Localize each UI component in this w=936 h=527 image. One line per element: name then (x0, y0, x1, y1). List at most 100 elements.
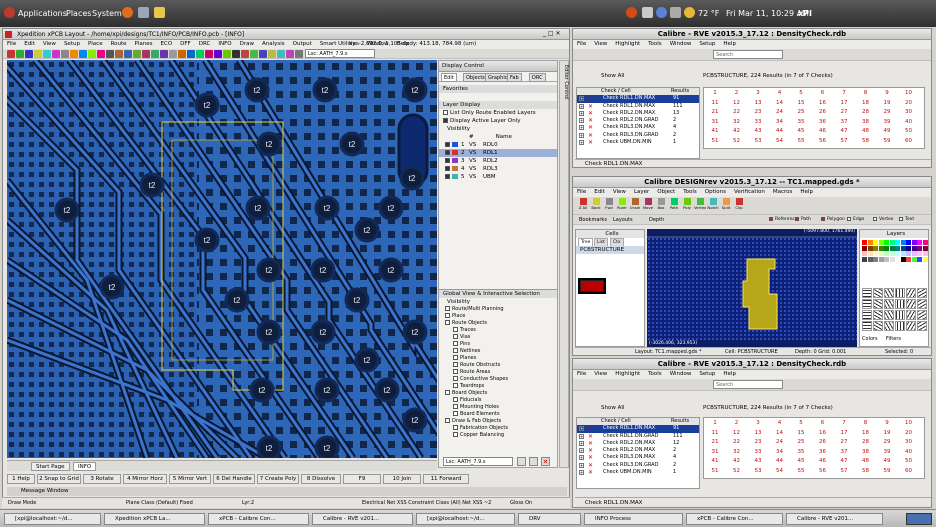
result-cell[interactable]: 47 (835, 458, 853, 464)
designrev-tool[interactable]: Fwd (603, 198, 615, 214)
check-row[interactable]: + ✕ Check RDL2.DN.MAX 13 (577, 110, 699, 117)
fill-pattern[interactable] (884, 288, 894, 298)
menu-item[interactable]: Edit (24, 41, 35, 47)
volume-icon[interactable] (642, 7, 653, 18)
palette-color[interactable] (900, 256, 906, 262)
tree-item[interactable]: Teardrops (439, 383, 557, 390)
rve-bottom-show-all[interactable]: Show All (601, 405, 624, 411)
result-cell[interactable]: 11 (706, 430, 724, 436)
result-cell[interactable]: 17 (835, 100, 853, 106)
result-cell[interactable]: 40 (900, 449, 918, 455)
fill-pattern[interactable] (862, 299, 872, 309)
menu-item[interactable]: DRC (199, 41, 211, 47)
result-cell[interactable]: 21 (706, 439, 724, 445)
palette-color[interactable] (922, 245, 928, 251)
designrev-tool[interactable]: Vertex (694, 198, 706, 214)
toolbar-tool-icon[interactable] (124, 50, 132, 58)
result-cell[interactable]: 5 (792, 90, 810, 96)
toolbar-tool-icon[interactable] (169, 50, 177, 58)
fill-pattern[interactable] (906, 310, 916, 320)
menu-item[interactable]: Draw (240, 41, 254, 47)
result-cell[interactable]: 18 (857, 100, 875, 106)
cell-pcbstructure[interactable]: PCBSTRUCTURE (576, 246, 644, 254)
toolbar-tool-icon[interactable] (223, 50, 231, 58)
fill-pattern[interactable] (862, 310, 872, 320)
user-name[interactable]: xPI (798, 9, 812, 18)
check-row[interactable]: + ✕ Check RDL3.DN.GRAD 2 (577, 132, 699, 139)
result-cell[interactable]: 38 (857, 119, 875, 125)
menu-item[interactable]: Route (111, 41, 127, 47)
tree-item[interactable]: Fabrication Objects (439, 425, 557, 432)
result-cell[interactable]: 45 (792, 458, 810, 464)
result-cell[interactable]: 10 (900, 420, 918, 426)
expand-icon[interactable]: + (579, 426, 584, 432)
menu-item[interactable]: Setup (699, 371, 715, 377)
taskbar-item[interactable]: Calibre - RVE v201... (786, 513, 883, 525)
tab-start-page[interactable]: Start Page (31, 462, 70, 471)
toolbar-tool-icon[interactable] (286, 50, 294, 58)
toolbar-tool-icon[interactable] (250, 50, 258, 58)
result-cell[interactable]: 41 (706, 128, 724, 134)
expand-icon[interactable]: + (579, 96, 584, 102)
result-cell[interactable]: 50 (900, 128, 918, 134)
tree-item[interactable]: Copper Balancing (439, 432, 557, 439)
result-cell[interactable]: 27 (835, 109, 853, 115)
tree-check[interactable] (453, 369, 458, 374)
fill-pattern[interactable] (873, 299, 883, 309)
result-cell[interactable]: 55 (792, 138, 810, 144)
check-row[interactable]: + ✕ Check RDL1.DN.MAX 91 (577, 425, 699, 433)
global-view-header[interactable]: Global View & Interactive Selection (439, 290, 557, 298)
expand-icon[interactable]: + (579, 448, 584, 454)
result-cell[interactable]: 55 (792, 468, 810, 474)
fill-pattern[interactable] (873, 288, 883, 298)
dc-tab-edit[interactable]: Edit (441, 73, 457, 82)
palette-color[interactable] (906, 251, 911, 256)
palette-color[interactable] (900, 251, 906, 256)
palette-color[interactable] (867, 251, 873, 256)
result-cell[interactable]: 35 (792, 449, 810, 455)
palette-color[interactable] (873, 251, 878, 256)
taskbar-item[interactable]: [xpi@localhost:~/d... (4, 513, 101, 525)
function-key-9[interactable]: F9 (343, 474, 381, 484)
workspace-switcher[interactable] (906, 513, 932, 525)
places-menu[interactable]: Places (66, 9, 91, 18)
toolbar-tool-icon[interactable] (232, 50, 240, 58)
bluetooth-icon[interactable] (656, 7, 667, 18)
select-option[interactable]: Vertex (873, 215, 893, 224)
select-option[interactable]: Edge (847, 215, 864, 224)
layouts-button[interactable]: Layouts (613, 215, 633, 224)
display-scheme-select[interactable]: Lsc: AATH_7.9.s (443, 457, 513, 466)
layer-row[interactable]: 5 VS UBM (439, 173, 557, 181)
network-icon[interactable] (670, 7, 681, 18)
pcb-canvas-svg[interactable]: t2 t2 t2 t2 t2 t2 t2 t2 t2 t2 t2 t2 t2 t2 t2 t2 t2 t2 t2 t2… (7, 60, 437, 458)
designrev-canvas[interactable]: (-5097.800, 1761.490) (-3026.406, 323.95… (647, 229, 857, 347)
function-key-11[interactable]: 11 Forward (423, 474, 469, 484)
menu-item[interactable]: DFF (180, 41, 191, 47)
designrev-tool[interactable]: Ruler (616, 198, 628, 214)
result-cell[interactable]: 31 (706, 449, 724, 455)
result-cell[interactable]: 52 (728, 138, 746, 144)
result-cell[interactable]: 25 (792, 109, 810, 115)
result-cell[interactable]: 12 (728, 430, 746, 436)
expand-icon[interactable]: + (579, 103, 584, 109)
result-cell[interactable]: 26 (814, 439, 832, 445)
select-option[interactable]: Path (795, 215, 811, 224)
menu-item[interactable]: File (577, 41, 586, 47)
taskbar-item[interactable]: [xpi@localhost:~/d... (416, 513, 515, 525)
menu-item[interactable]: INFO (218, 41, 231, 47)
check-row[interactable]: + ✕ Check RDL2.DN.MAX 2 (577, 447, 699, 454)
result-cell[interactable]: 13 (749, 430, 767, 436)
palette-color[interactable] (911, 256, 917, 262)
fill-pattern[interactable] (873, 310, 883, 320)
toolbar-tool-icon[interactable] (133, 50, 141, 58)
tree-check[interactable] (453, 334, 458, 339)
result-cell[interactable]: 32 (728, 119, 746, 125)
check-row[interactable]: + ✕ Check RDL3.DN.MAX 4 (577, 124, 699, 131)
result-cell[interactable]: 37 (835, 119, 853, 125)
toolbar-tool-icon[interactable] (142, 50, 150, 58)
tree-item[interactable]: Netlines (439, 348, 557, 355)
palette-color[interactable] (889, 240, 895, 245)
menu-item[interactable]: Setup (64, 41, 80, 47)
menu-item[interactable]: Edit (594, 189, 605, 195)
palette-color[interactable] (895, 251, 900, 256)
